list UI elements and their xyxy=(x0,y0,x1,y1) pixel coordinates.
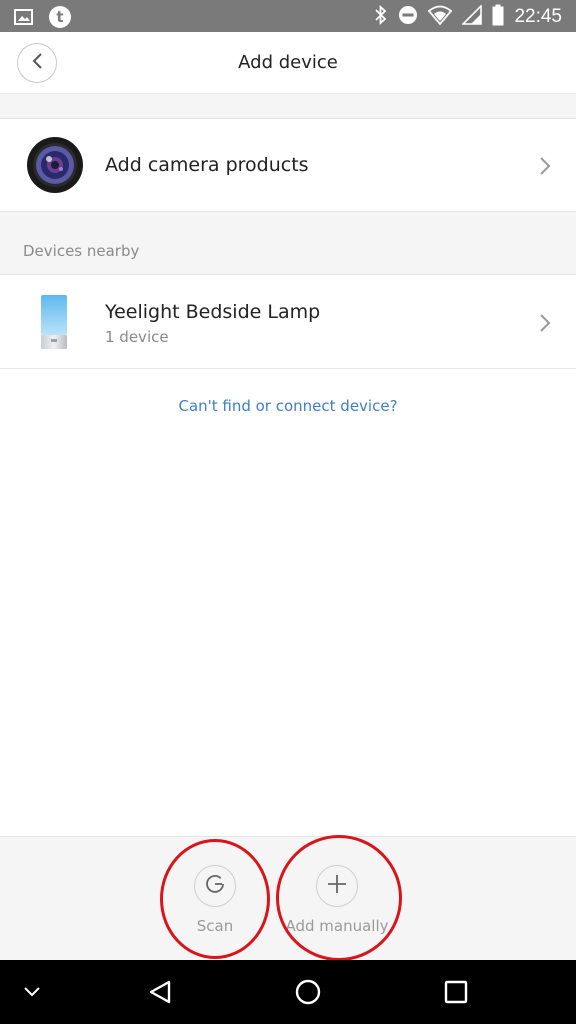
device-name: Yeelight Bedside Lamp xyxy=(105,301,321,323)
device-count: 1 device xyxy=(105,328,169,346)
highlight-circle-add-manually xyxy=(276,835,402,961)
status-time: 22:45 xyxy=(514,6,562,27)
recents-square-icon[interactable] xyxy=(442,978,470,1006)
home-circle-icon[interactable] xyxy=(294,978,322,1006)
bluetooth-icon xyxy=(374,4,388,30)
back-triangle-icon[interactable] xyxy=(146,978,174,1006)
chevron-right-icon xyxy=(538,312,552,334)
wifi-icon xyxy=(428,5,453,29)
system-nav-bar xyxy=(0,960,576,1024)
device-row-yeelight-bedside-lamp[interactable]: Yeelight Bedside Lamp 1 device xyxy=(0,275,576,369)
section-label: Devices nearby xyxy=(23,242,140,260)
status-right-icons: 22:45 xyxy=(374,4,562,30)
chevron-right-icon xyxy=(538,155,552,177)
camera-lens-icon xyxy=(26,136,84,194)
signal-icon xyxy=(461,4,483,29)
divider xyxy=(0,93,576,119)
chevron-down-icon[interactable] xyxy=(18,978,46,1006)
svg-text:t: t xyxy=(56,8,63,26)
bottom-action-bar: Scan Add manually xyxy=(0,835,576,961)
add-camera-products-row[interactable]: Add camera products xyxy=(0,119,576,212)
do-not-disturb-icon xyxy=(398,5,418,29)
status-bar: t 22:45 xyxy=(0,0,576,32)
status-left-icons: t xyxy=(14,5,72,33)
bedside-lamp-icon xyxy=(36,293,72,351)
highlight-circle-scan xyxy=(160,839,270,959)
add-camera-products-label: Add camera products xyxy=(105,154,309,176)
app-header: Add device xyxy=(0,32,576,93)
page-title: Add device xyxy=(238,52,338,73)
battery-icon xyxy=(492,4,504,30)
cant-find-device-link[interactable]: Can't find or connect device? xyxy=(0,397,576,415)
content-area: Can't find or connect device? xyxy=(0,369,576,836)
image-icon xyxy=(14,8,34,30)
tumblr-icon: t xyxy=(48,5,72,33)
devices-nearby-header: Devices nearby xyxy=(0,212,576,275)
